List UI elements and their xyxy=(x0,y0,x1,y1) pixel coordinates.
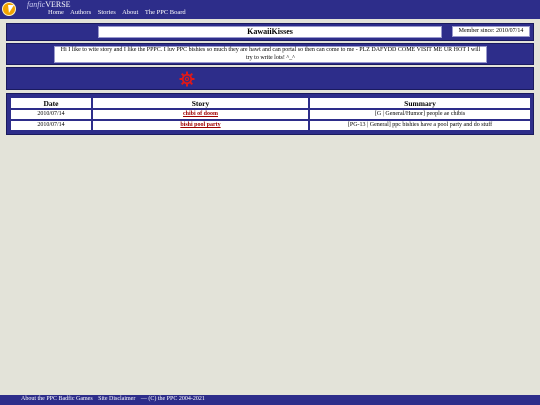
footer-disclaimer-link[interactable]: Site Disclaimer xyxy=(98,396,135,402)
table-row: 2010/07/14 chibi of doom [G | General/Hu… xyxy=(11,110,530,119)
table-header-row: Date Story Summary xyxy=(11,98,530,108)
site-brand[interactable]: fanficVERSE xyxy=(27,0,71,9)
nav-stories-link[interactable]: Stories xyxy=(98,9,116,16)
lightning-bolt-icon[interactable] xyxy=(2,2,16,16)
profile-header-panel: KawaiiKisses Member since: 2010/07/14 xyxy=(6,23,534,41)
column-header-summary: Summary xyxy=(310,98,530,108)
story-title-link[interactable]: chibi of doom xyxy=(93,110,308,119)
story-summary: [G | General/Humor] people ae chibis xyxy=(310,110,530,119)
nav-home-link[interactable]: Home xyxy=(48,9,64,16)
story-date: 2010/07/14 xyxy=(11,121,91,130)
bio-panel: Hi I like to wite story and I like the P… xyxy=(6,43,534,65)
nav-authors-link[interactable]: Authors xyxy=(70,9,91,16)
nav-about-link[interactable]: About xyxy=(122,9,138,16)
avatar-panel xyxy=(6,67,534,90)
footer-bar: About the PPC Badfic Games Site Disclaim… xyxy=(0,395,540,405)
stories-panel: Date Story Summary 2010/07/14 chibi of d… xyxy=(6,93,534,135)
table-row: 2010/07/14 bishi pool party [PG-13 | Gen… xyxy=(11,121,530,130)
brand-prefix: fanfic xyxy=(27,0,46,9)
story-date: 2010/07/14 xyxy=(11,110,91,119)
footer-content: About the PPC Badfic Games Site Disclaim… xyxy=(21,395,205,404)
member-since: Member since: 2010/07/14 xyxy=(452,26,530,37)
main-nav: Home Authors Stories About The PPC Board xyxy=(48,9,191,17)
author-name: KawaiiKisses xyxy=(98,26,442,38)
brand-name: VERSE xyxy=(45,0,71,9)
footer-about-link[interactable]: About the PPC Badfic Games xyxy=(21,396,93,402)
column-header-story: Story xyxy=(93,98,308,108)
footer-copyright: — (C) the PPC 2004-2021 xyxy=(140,396,205,402)
column-header-date: Date xyxy=(11,98,91,108)
story-summary: [PG-13 | General] ppc bishies have a poo… xyxy=(310,121,530,130)
story-title-link[interactable]: bishi pool party xyxy=(93,121,308,130)
top-bar: fanficVERSE Home Authors Stories About T… xyxy=(0,0,540,19)
stories-table: Date Story Summary 2010/07/14 chibi of d… xyxy=(9,96,532,132)
author-bio: Hi I like to wite story and I like the P… xyxy=(54,46,487,63)
red-gear-icon xyxy=(179,71,195,87)
nav-ppc-board-link[interactable]: The PPC Board xyxy=(145,9,186,16)
